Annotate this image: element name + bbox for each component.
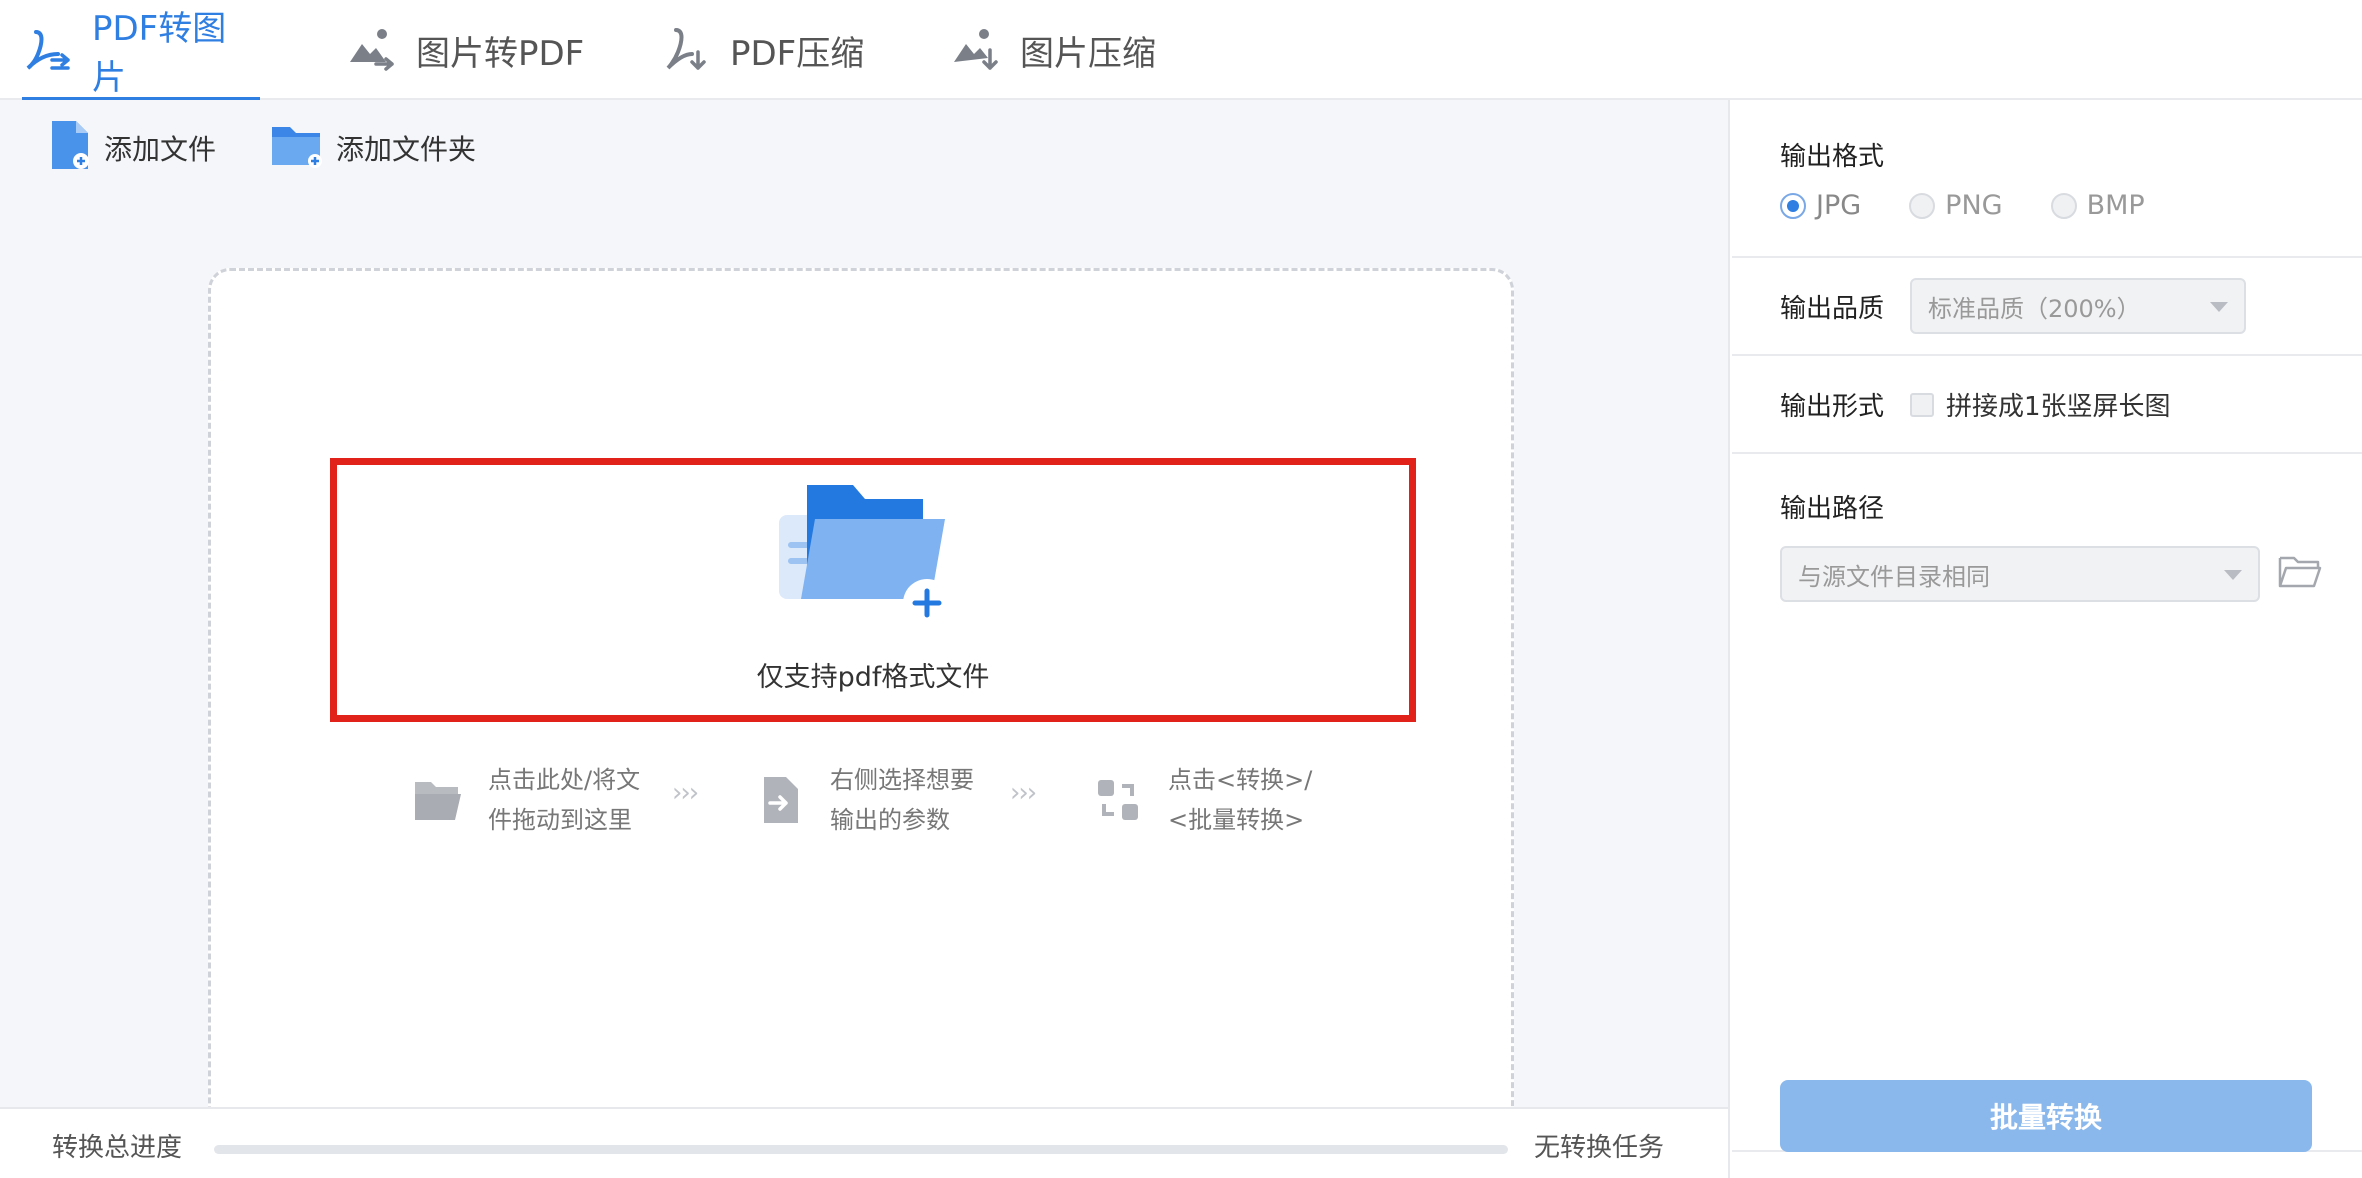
browse-folder-icon[interactable] <box>2278 554 2322 594</box>
progress-status: 无转换任务 <box>1534 1133 1665 1163</box>
file-area: 添加文件 添加文件夹 仅支持pdf格式文件 点击此处/将文 件拖动到这里 ›››… <box>0 100 1730 1130</box>
chevrons-icon: ››› <box>672 778 699 808</box>
tab-label: PDF压缩 <box>730 33 865 74</box>
radio-jpg[interactable]: JPG <box>1780 190 1861 221</box>
path-select[interactable]: 与源文件目录相同 <box>1780 546 2260 602</box>
step-2-line1: 右侧选择想要 <box>830 766 974 794</box>
radio-dot <box>1909 192 1936 219</box>
add-file-label: 添加文件 <box>104 133 217 166</box>
progress-bar-area: 转换总进度 无转换任务 <box>0 1107 1730 1178</box>
open-folder-icon <box>410 772 466 828</box>
checkbox-box <box>1910 392 1934 417</box>
step-3: 点击<转换>/ <批量转换> <box>1090 750 1312 850</box>
step-2: 右侧选择想要 输出的参数 <box>752 750 974 850</box>
output-quality-label: 输出品质 <box>1780 294 1885 324</box>
image-compress-icon <box>950 24 1002 76</box>
progress-track <box>214 1145 1508 1154</box>
radio-label: JPG <box>1816 190 1862 221</box>
long-image-checkbox[interactable]: 拼接成1张竖屏长图 <box>1910 386 2171 423</box>
tab-label: 图片压缩 <box>1020 33 1156 74</box>
chevrons-icon: ››› <box>1010 778 1037 808</box>
radio-dot <box>1780 192 1806 219</box>
tab-image-to-pdf[interactable]: 图片转PDF <box>346 0 584 100</box>
pdf-compress-icon <box>660 24 712 76</box>
radio-png[interactable]: PNG <box>1909 190 2003 221</box>
file-arrow-icon <box>752 772 808 828</box>
support-format-text: 仅支持pdf格式文件 <box>756 662 990 693</box>
quality-select[interactable]: 标准品质（200%） <box>1910 278 2246 334</box>
batch-convert-button[interactable]: 批量转换 <box>1780 1080 2312 1152</box>
add-folder-button[interactable]: 添加文件夹 <box>270 120 476 176</box>
drop-target-highlight[interactable]: 仅支持pdf格式文件 <box>330 458 1416 722</box>
output-format-section: 输出格式 JPG PNG BMP <box>1732 100 2362 258</box>
step-3-line1: 点击<转换>/ <box>1168 766 1313 794</box>
step-1-line2: 件拖动到这里 <box>488 806 632 834</box>
path-value: 与源文件目录相同 <box>1798 562 1990 591</box>
image-convert-icon <box>346 24 398 76</box>
quality-value: 标准品质（200%） <box>1928 294 2141 323</box>
output-path-section: 输出路径 与源文件目录相同 <box>1732 454 2362 1152</box>
tab-label: PDF转图片 <box>92 9 227 98</box>
format-radio-group: JPG PNG BMP <box>1780 190 2193 221</box>
step-2-line2: 输出的参数 <box>830 806 950 834</box>
settings-panel: 输出格式 JPG PNG BMP 输出品质 标准品质（200%） 输出形式 拼接… <box>1732 100 2362 1178</box>
tab-image-compress[interactable]: 图片压缩 <box>950 0 1156 100</box>
tab-label: 图片转PDF <box>416 33 585 74</box>
add-file-button[interactable]: 添加文件 <box>48 120 216 176</box>
add-folder-label: 添加文件夹 <box>336 133 477 166</box>
output-form-section: 输出形式 拼接成1张竖屏长图 <box>1732 356 2362 454</box>
add-file-icon <box>48 119 92 178</box>
step-1-line1: 点击此处/将文 <box>488 766 641 794</box>
radio-label: PNG <box>1945 190 2003 221</box>
step-1: 点击此处/将文 件拖动到这里 <box>410 750 640 850</box>
tab-pdf-to-image[interactable]: PDF转图片 <box>22 0 260 102</box>
folder-plus-icon <box>775 479 955 633</box>
output-quality-section: 输出品质 标准品质（200%） <box>1732 258 2362 356</box>
checkbox-label: 拼接成1张竖屏长图 <box>1946 392 2171 422</box>
step-3-line2: <批量转换> <box>1168 806 1305 834</box>
output-format-label: 输出格式 <box>1780 142 1885 172</box>
tab-pdf-compress[interactable]: PDF压缩 <box>660 0 864 100</box>
output-form-label: 输出形式 <box>1780 392 1885 422</box>
add-folder-icon <box>270 121 324 176</box>
steps-guide: 点击此处/将文 件拖动到这里 ››› 右侧选择想要 输出的参数 ››› 点击<转… <box>400 750 1340 860</box>
output-path-label: 输出路径 <box>1780 494 1885 524</box>
chevron-down-icon <box>2210 302 2228 312</box>
convert-icon <box>1090 772 1146 828</box>
radio-bmp[interactable]: BMP <box>2050 190 2145 221</box>
pdf-convert-icon <box>22 24 74 76</box>
progress-label: 转换总进度 <box>52 1133 183 1163</box>
tab-bar: PDF转图片 图片转PDF PDF压缩 图片压缩 <box>0 0 2362 102</box>
chevron-down-icon <box>2224 570 2242 580</box>
radio-label: BMP <box>2086 190 2145 221</box>
radio-dot <box>2050 192 2077 219</box>
